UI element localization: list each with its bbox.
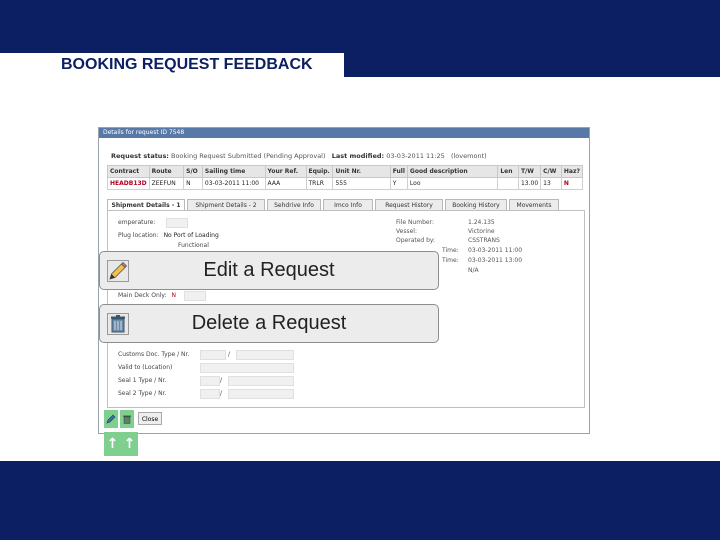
- grid-header[interactable]: C/W: [540, 165, 562, 178]
- close-button[interactable]: Close: [138, 412, 162, 425]
- tab-imco-info[interactable]: Imco Info: [323, 199, 373, 210]
- vessel-label: Vessel:: [396, 228, 417, 235]
- request-grid: Contract Route S/O Sailing time Your Ref…: [107, 165, 584, 190]
- vessel-value: Victorine: [468, 228, 495, 235]
- grid-cell: N: [560, 177, 584, 190]
- plug-location-label: Plug location:: [118, 232, 159, 239]
- tab-sehdrive-info[interactable]: Sehdrive Info: [267, 199, 321, 210]
- edit-button[interactable]: [104, 410, 118, 428]
- seal2-sep: /: [220, 390, 223, 397]
- operated-by-value: CSSTRANS: [468, 237, 500, 244]
- grid-header-row: Contract Route S/O Sailing time Your Ref…: [107, 165, 584, 178]
- seal2-label: Seal 2 Type / Nr.: [118, 390, 167, 397]
- seal2-row: Seal 2 Type / Nr.: [118, 390, 166, 397]
- valid-to-field[interactable]: [200, 363, 294, 373]
- status-label: Request status:: [111, 152, 169, 160]
- customs-doc-type-field[interactable]: [200, 350, 226, 360]
- grid-header[interactable]: T/W: [517, 165, 542, 178]
- plug-sub-value: Functional: [178, 242, 209, 249]
- grid-header[interactable]: S/O: [183, 165, 203, 178]
- tab-shipment-details-2[interactable]: Shipment Details - 2: [187, 199, 265, 210]
- window-title: Details for request ID 7548: [99, 128, 589, 138]
- seal2-type-field[interactable]: [200, 389, 220, 399]
- edit-request-label: Edit a Request: [203, 259, 335, 281]
- exit-time-label: Time:: [442, 257, 459, 264]
- trash-icon: [123, 415, 131, 424]
- operated-by-label: Operated by:: [396, 237, 436, 244]
- plug-sub-row: Functional: [178, 242, 209, 249]
- grid-header[interactable]: Full: [389, 165, 408, 178]
- tab-booking-history[interactable]: Booking History: [445, 199, 507, 210]
- request-status-row: Request status: Booking Request Submitte…: [111, 152, 487, 160]
- grid-cell: AAA: [264, 177, 307, 190]
- grid-cell: N: [183, 177, 203, 190]
- edit-arrow-icon: ↑: [104, 432, 121, 456]
- bottom-banner: [0, 461, 720, 540]
- status-value: Booking Request Submitted (Pending Appro…: [171, 152, 326, 160]
- grid-cell: 13.00: [517, 177, 542, 190]
- grid-header[interactable]: Haz?: [560, 165, 584, 178]
- grid-header[interactable]: Unit Nr.: [332, 165, 391, 178]
- seal1-sep: /: [220, 377, 223, 384]
- tab-movements[interactable]: Movements: [509, 199, 559, 210]
- grid-cell: [497, 177, 519, 190]
- customs-doc-label: Customs Doc. Type / Nr.: [118, 351, 190, 358]
- valid-to-row: Valid to (Location): [118, 364, 172, 371]
- modified-user: (lovemont): [450, 152, 487, 160]
- modified-value: 03-03-2011 11:25: [386, 152, 445, 160]
- grid-header[interactable]: Sailing time: [201, 165, 266, 178]
- exit-time-value: 03-03-2011 13:00: [468, 257, 523, 264]
- customs-doc-sep: /: [228, 351, 231, 358]
- delete-request-label: Delete a Request: [191, 312, 347, 334]
- entry-time-label: Time:: [442, 247, 459, 254]
- grid-header[interactable]: Good description: [406, 165, 499, 178]
- delete-button[interactable]: [120, 410, 134, 428]
- seal1-row: Seal 1 Type / Nr.: [118, 377, 166, 384]
- plug-location-value: No Port of Loading: [163, 232, 219, 239]
- temperature-label: emperature:: [118, 219, 156, 226]
- edit-request-callout: Edit a Request: [99, 251, 439, 290]
- grid-cell: 13: [540, 177, 562, 190]
- slide-title: BOOKING REQUEST FEEDBACK: [0, 53, 344, 77]
- temperature-row: emperature:: [118, 219, 155, 226]
- grid-header[interactable]: Your Ref.: [264, 165, 307, 178]
- seal2-nr-field[interactable]: [228, 389, 294, 399]
- grid-cell: HEADB13D: [107, 177, 150, 190]
- na-value: N/A: [468, 267, 479, 274]
- grid-cell: 03-03-2011 11:00: [201, 177, 266, 190]
- plug-location-row: Plug location: No Port of Loading: [118, 232, 219, 239]
- main-deck-label: Main Deck Only:: [118, 292, 167, 299]
- grid-cell: Loo: [406, 177, 499, 190]
- main-deck-value: N: [171, 292, 176, 299]
- grid-cell: ZEEFUN: [148, 177, 185, 190]
- valid-to-label: Valid to (Location): [118, 364, 173, 371]
- tab-request-history[interactable]: Request History: [375, 199, 443, 210]
- grid-header[interactable]: Contract: [107, 165, 150, 178]
- customs-doc-row: Customs Doc. Type / Nr.: [118, 351, 189, 358]
- main-deck-row: Main Deck Only: N: [118, 292, 176, 299]
- grid-cell: TRLR: [305, 177, 334, 190]
- pencil-icon: [106, 414, 116, 424]
- delete-arrow-icon: ↑: [121, 432, 138, 456]
- seal1-label: Seal 1 Type / Nr.: [118, 377, 167, 384]
- delete-request-callout: Delete a Request: [99, 304, 439, 343]
- grid-header[interactable]: Len: [497, 165, 519, 178]
- file-number-label: File Number:: [396, 219, 434, 226]
- grid-header[interactable]: Route: [148, 165, 185, 178]
- temperature-field[interactable]: [166, 218, 188, 228]
- grid-header[interactable]: Equip.: [305, 165, 334, 178]
- seal1-type-field[interactable]: [200, 376, 220, 386]
- table-row[interactable]: HEADB13D ZEEFUN N 03-03-2011 11:00 AAA T…: [107, 177, 584, 190]
- grid-cell: Y: [389, 177, 408, 190]
- customs-doc-nr-field[interactable]: [236, 350, 294, 360]
- main-deck-field[interactable]: [184, 291, 206, 301]
- file-number-value: 1.24.135: [468, 219, 495, 226]
- entry-time-value: 03-03-2011 11:00: [468, 247, 523, 254]
- modified-label: Last modified:: [331, 152, 385, 160]
- seal1-nr-field[interactable]: [228, 376, 294, 386]
- grid-cell: 555: [332, 177, 391, 190]
